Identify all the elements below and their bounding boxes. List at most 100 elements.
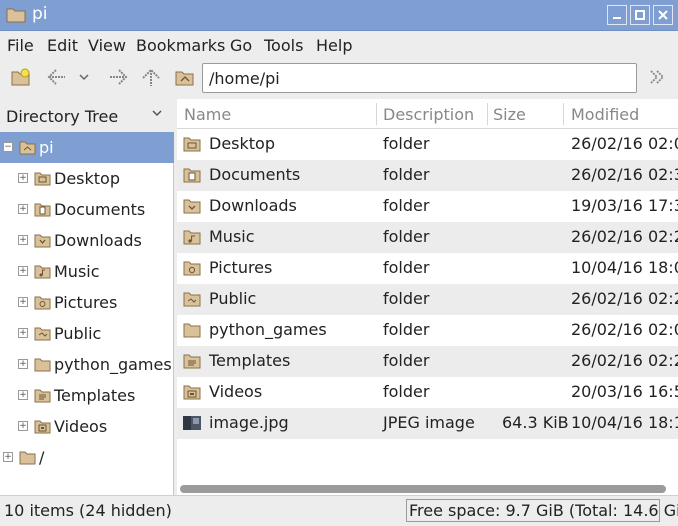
- tree-item-label: Desktop: [54, 169, 120, 188]
- column-modified[interactable]: Modified: [571, 105, 639, 124]
- file-modified: 26/02/16 02:21: [571, 227, 678, 246]
- templates-folder-icon: [183, 354, 201, 369]
- tree-item-templates[interactable]: + Templates: [0, 380, 174, 411]
- tree-item-downloads[interactable]: + Downloads: [0, 225, 174, 256]
- new-tab-icon: [11, 68, 30, 86]
- expand-toggle[interactable]: +: [18, 173, 28, 183]
- file-row[interactable]: python_games folder 26/02/16 02:06: [177, 315, 678, 346]
- column-divider[interactable]: [563, 103, 564, 125]
- close-icon: [658, 10, 668, 20]
- tree-item-videos[interactable]: + Videos: [0, 411, 174, 442]
- go-button[interactable]: [645, 66, 669, 88]
- menu-edit[interactable]: Edit: [47, 36, 78, 55]
- close-button[interactable]: [653, 5, 673, 25]
- expand-toggle[interactable]: +: [18, 204, 28, 214]
- item-count: 10 items (24 hidden): [4, 501, 172, 520]
- expand-toggle[interactable]: +: [3, 452, 13, 462]
- history-dropdown[interactable]: [76, 66, 92, 88]
- collapse-toggle[interactable]: −: [3, 142, 13, 152]
- expand-toggle[interactable]: +: [18, 297, 28, 307]
- menu-view[interactable]: View: [88, 36, 126, 55]
- menu-file[interactable]: File: [7, 36, 34, 55]
- music-folder-icon: [34, 265, 51, 279]
- file-row[interactable]: Videos folder 20/03/16 16:53: [177, 377, 678, 408]
- file-modified: 19/03/16 17:30: [571, 196, 678, 215]
- expand-toggle[interactable]: +: [18, 235, 28, 245]
- file-row[interactable]: Downloads folder 19/03/16 17:30: [177, 191, 678, 222]
- file-row[interactable]: Public folder 26/02/16 02:21: [177, 284, 678, 315]
- column-header: Name Description Size Modified: [177, 99, 678, 129]
- expand-toggle[interactable]: +: [18, 328, 28, 338]
- menu-bookmarks[interactable]: Bookmarks: [136, 36, 225, 55]
- file-name: Desktop: [209, 134, 275, 153]
- forward-arrow-icon: [110, 69, 128, 85]
- file-description: folder: [383, 351, 430, 370]
- title-bar: pi: [0, 0, 678, 31]
- tree-item-music[interactable]: + Music: [0, 256, 174, 287]
- chevron-down-icon: [152, 110, 162, 117]
- file-name: Public: [209, 289, 257, 308]
- maximize-button[interactable]: [630, 5, 650, 25]
- column-name[interactable]: Name: [184, 105, 231, 124]
- path-input[interactable]: [202, 63, 637, 93]
- documents-folder-icon: [183, 168, 201, 183]
- tree-item-pi[interactable]: − pi: [0, 132, 174, 163]
- folder-icon: [183, 323, 201, 338]
- file-row[interactable]: Music folder 26/02/16 02:21: [177, 222, 678, 253]
- tree-item-python-games[interactable]: + python_games: [0, 349, 174, 380]
- expand-toggle[interactable]: +: [18, 390, 28, 400]
- home-folder-icon: [19, 141, 36, 155]
- downloads-folder-icon: [34, 234, 51, 248]
- tree-item-root[interactable]: + /: [0, 442, 174, 473]
- column-divider[interactable]: [376, 103, 377, 125]
- minimize-button[interactable]: [607, 5, 627, 25]
- file-description: folder: [383, 258, 430, 277]
- menu-tools[interactable]: Tools: [264, 36, 303, 55]
- file-description: folder: [383, 134, 430, 153]
- file-modified: 10/04/16 18:12: [571, 413, 678, 432]
- image-thumbnail-icon: [183, 416, 201, 430]
- home-button[interactable]: [173, 66, 197, 88]
- tree-item-pictures[interactable]: + Pictures: [0, 287, 174, 318]
- tree-item-label: Pictures: [54, 293, 118, 312]
- file-name: Music: [209, 227, 255, 246]
- expand-toggle[interactable]: +: [18, 359, 28, 369]
- tree-item-label: Music: [54, 262, 100, 281]
- side-pane-mode-selector[interactable]: Directory Tree: [0, 99, 174, 132]
- tree-item-label: pi: [39, 138, 54, 157]
- tree-item-desktop[interactable]: + Desktop: [0, 163, 174, 194]
- public-folder-icon: [34, 327, 51, 341]
- forward-button[interactable]: [106, 66, 130, 88]
- tree-item-label: Downloads: [54, 231, 142, 250]
- file-row[interactable]: image.jpg JPEG image 64.3 KiB 10/04/16 1…: [177, 408, 678, 439]
- expand-toggle[interactable]: +: [18, 266, 28, 276]
- file-description: folder: [383, 382, 430, 401]
- tree-item-label: Public: [54, 324, 102, 343]
- back-button[interactable]: [45, 66, 69, 88]
- file-row[interactable]: Documents folder 26/02/16 02:32: [177, 160, 678, 191]
- horizontal-scrollbar[interactable]: [180, 485, 666, 493]
- file-modified: 26/02/16 02:21: [571, 351, 678, 370]
- column-divider[interactable]: [487, 103, 488, 125]
- file-modified: 10/04/16 18:09: [571, 258, 678, 277]
- file-row[interactable]: Pictures folder 10/04/16 18:09: [177, 253, 678, 284]
- maximize-icon: [635, 10, 645, 20]
- minimize-icon: [613, 17, 621, 19]
- new-tab-button[interactable]: [9, 66, 33, 88]
- file-row[interactable]: Templates folder 26/02/16 02:21: [177, 346, 678, 377]
- file-row[interactable]: Desktop folder 26/02/16 02:06: [177, 129, 678, 160]
- expand-toggle[interactable]: +: [18, 421, 28, 431]
- file-name: Downloads: [209, 196, 297, 215]
- menu-help[interactable]: Help: [316, 36, 352, 55]
- up-button[interactable]: [139, 66, 163, 88]
- file-description: folder: [383, 320, 430, 339]
- file-name: Templates: [209, 351, 291, 370]
- desktop-folder-icon: [34, 172, 51, 186]
- tree-item-public[interactable]: + Public: [0, 318, 174, 349]
- column-description[interactable]: Description: [383, 105, 474, 124]
- tree-item-documents[interactable]: + Documents: [0, 194, 174, 225]
- column-size[interactable]: Size: [493, 105, 526, 124]
- file-name: Pictures: [209, 258, 273, 277]
- desktop-folder-icon: [183, 137, 201, 152]
- menu-go[interactable]: Go: [230, 36, 252, 55]
